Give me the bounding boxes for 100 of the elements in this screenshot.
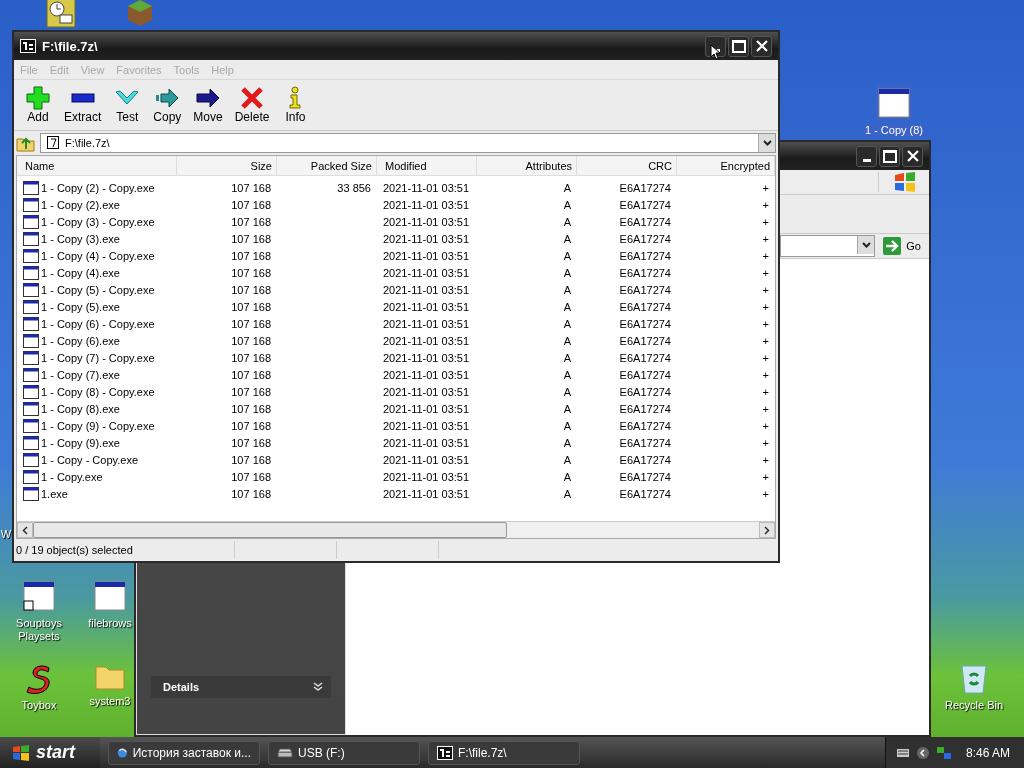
- table-cell: +: [762, 249, 769, 262]
- program-file-icon: [23, 265, 39, 280]
- file-name[interactable]: 1 - Copy (7).exe: [41, 368, 120, 381]
- file-name[interactable]: 1 - Copy (7) - Copy.exe: [41, 351, 155, 364]
- scrollbar-thumb[interactable]: [33, 522, 507, 538]
- table-cell: E6A17274: [619, 470, 671, 483]
- table-cell: 107 168: [231, 283, 271, 296]
- file-name[interactable]: 1 - Copy (6) - Copy.exe: [41, 317, 155, 330]
- program-window-icon[interactable]: [92, 578, 128, 614]
- table-cell: A: [563, 453, 571, 466]
- minimize-button[interactable]: [856, 145, 877, 167]
- table-cell: 2021-11-01 03:51: [383, 385, 470, 398]
- table-cell: 107 168: [231, 385, 271, 398]
- program-file-icon: [23, 435, 39, 450]
- table-cell: E6A17274: [619, 215, 671, 228]
- file-name[interactable]: 1 - Copy (2).exe: [41, 198, 120, 211]
- table-cell: A: [563, 232, 571, 245]
- table-cell: A: [563, 283, 571, 296]
- plus-icon: [26, 86, 50, 110]
- desktop-icon-label[interactable]: 1 - Copy (8): [862, 124, 926, 137]
- table-cell: 107 168: [231, 334, 271, 347]
- table-cell: +: [762, 317, 769, 330]
- table-cell: +: [762, 300, 769, 313]
- table-cell: +: [762, 232, 769, 245]
- file-name[interactable]: 1 - Copy (9) - Copy.exe: [41, 419, 155, 432]
- details-panel-header[interactable]: Details: [151, 676, 331, 698]
- file-name[interactable]: 1 - Copy.exe: [41, 470, 103, 483]
- close-button[interactable]: [902, 145, 923, 167]
- table-cell: 107 168: [231, 453, 271, 466]
- table-cell: E6A17274: [619, 385, 671, 398]
- table-cell: A: [563, 402, 571, 415]
- file-name[interactable]: 1 - Copy (3) - Copy.exe: [41, 215, 155, 228]
- window-title: F:\file.7z\: [42, 38, 98, 54]
- file-name[interactable]: 1 - Copy (8).exe: [41, 402, 120, 415]
- dropdown-button[interactable]: [857, 236, 875, 254]
- column-header[interactable]: Modified: [377, 156, 477, 175]
- horizontal-scrollbar[interactable]: [17, 521, 775, 538]
- info-button[interactable]: Info: [277, 86, 314, 124]
- test-button[interactable]: Test: [109, 86, 146, 124]
- maximize-button[interactable]: [728, 35, 749, 57]
- network-icon[interactable]: [935, 745, 952, 760]
- file-name[interactable]: 1 - Copy (5).exe: [41, 300, 120, 313]
- file-name[interactable]: 1 - Copy - Copy.exe: [41, 453, 138, 466]
- file-name[interactable]: 1 - Copy (4) - Copy.exe: [41, 249, 155, 262]
- close-button[interactable]: [751, 35, 772, 57]
- extract-button[interactable]: Extract: [60, 86, 106, 124]
- delete-button[interactable]: Delete: [230, 86, 274, 124]
- table-cell: E6A17274: [619, 487, 671, 500]
- program-file-icon: [23, 401, 39, 416]
- file-name[interactable]: 1 - Copy (4).exe: [41, 266, 120, 279]
- go-button[interactable]: Go: [875, 237, 929, 255]
- keyboard-icon[interactable]: [895, 747, 910, 758]
- file-name[interactable]: 1 - Copy (3).exe: [41, 232, 120, 245]
- table-cell: E6A17274: [619, 249, 671, 262]
- table-cell: +: [762, 436, 769, 449]
- table-cell: A: [563, 215, 571, 228]
- column-header[interactable]: CRC: [577, 156, 677, 175]
- dropdown-button[interactable]: [758, 134, 775, 152]
- file-name[interactable]: 1 - Copy (5) - Copy.exe: [41, 283, 155, 296]
- file-name[interactable]: 1.exe: [41, 487, 68, 500]
- table-cell: 2021-11-01 03:51: [383, 470, 470, 483]
- table-cell: +: [762, 181, 769, 194]
- table-cell: 2021-11-01 03:51: [383, 181, 470, 194]
- move-button[interactable]: Move: [189, 86, 227, 124]
- table-cell: 2021-11-01 03:51: [383, 334, 470, 347]
- scroll-left-button[interactable]: [17, 522, 33, 538]
- desktop-icon-label[interactable]: W: [0, 528, 14, 541]
- table-cell: 107 168: [231, 300, 271, 313]
- program-file-icon: [23, 333, 39, 348]
- clock-app-icon[interactable]: [44, 0, 78, 30]
- file-name[interactable]: 1 - Copy (6).exe: [41, 334, 120, 347]
- column-header[interactable]: Size: [177, 156, 277, 175]
- show-hidden-icons-button-icon[interactable]: [915, 745, 930, 760]
- taskbar-button[interactable]: F:\file.7z\: [428, 740, 580, 765]
- taskbar-button[interactable]: История заставок и...: [108, 740, 260, 765]
- start-button[interactable]: start: [0, 737, 100, 768]
- taskbar-button[interactable]: USB (F:): [268, 740, 420, 765]
- table-cell: 107 168: [231, 436, 271, 449]
- column-header[interactable]: Attributes: [477, 156, 577, 175]
- column-header[interactable]: Encrypted: [677, 156, 775, 175]
- program-file-icon: [23, 469, 39, 484]
- column-header[interactable]: Packed Size: [277, 156, 377, 175]
- table-cell: E6A17274: [619, 351, 671, 364]
- maximize-button[interactable]: [879, 145, 900, 167]
- column-header[interactable]: Name: [17, 156, 177, 175]
- path-field[interactable]: F:\file.7z\: [40, 133, 776, 153]
- scroll-right-button[interactable]: [759, 522, 775, 538]
- archive-app-icon: [437, 745, 453, 760]
- chevron-left-icon: [22, 525, 28, 535]
- file-name[interactable]: 1 - Copy (8) - Copy.exe: [41, 385, 155, 398]
- table-cell: 2021-11-01 03:51: [383, 436, 470, 449]
- chevron-down-icon: [861, 242, 871, 248]
- address-field[interactable]: [780, 235, 876, 257]
- program-window-icon[interactable]: [876, 85, 912, 121]
- file-name[interactable]: 1 - Copy (2) - Copy.exe: [41, 181, 155, 194]
- file-name[interactable]: 1 - Copy (9).exe: [41, 436, 120, 449]
- copy-button[interactable]: Copy: [149, 86, 186, 124]
- program-window-icon[interactable]: [21, 578, 57, 614]
- add-button[interactable]: Add: [20, 86, 56, 124]
- expand-chevron-icon[interactable]: [313, 682, 323, 692]
